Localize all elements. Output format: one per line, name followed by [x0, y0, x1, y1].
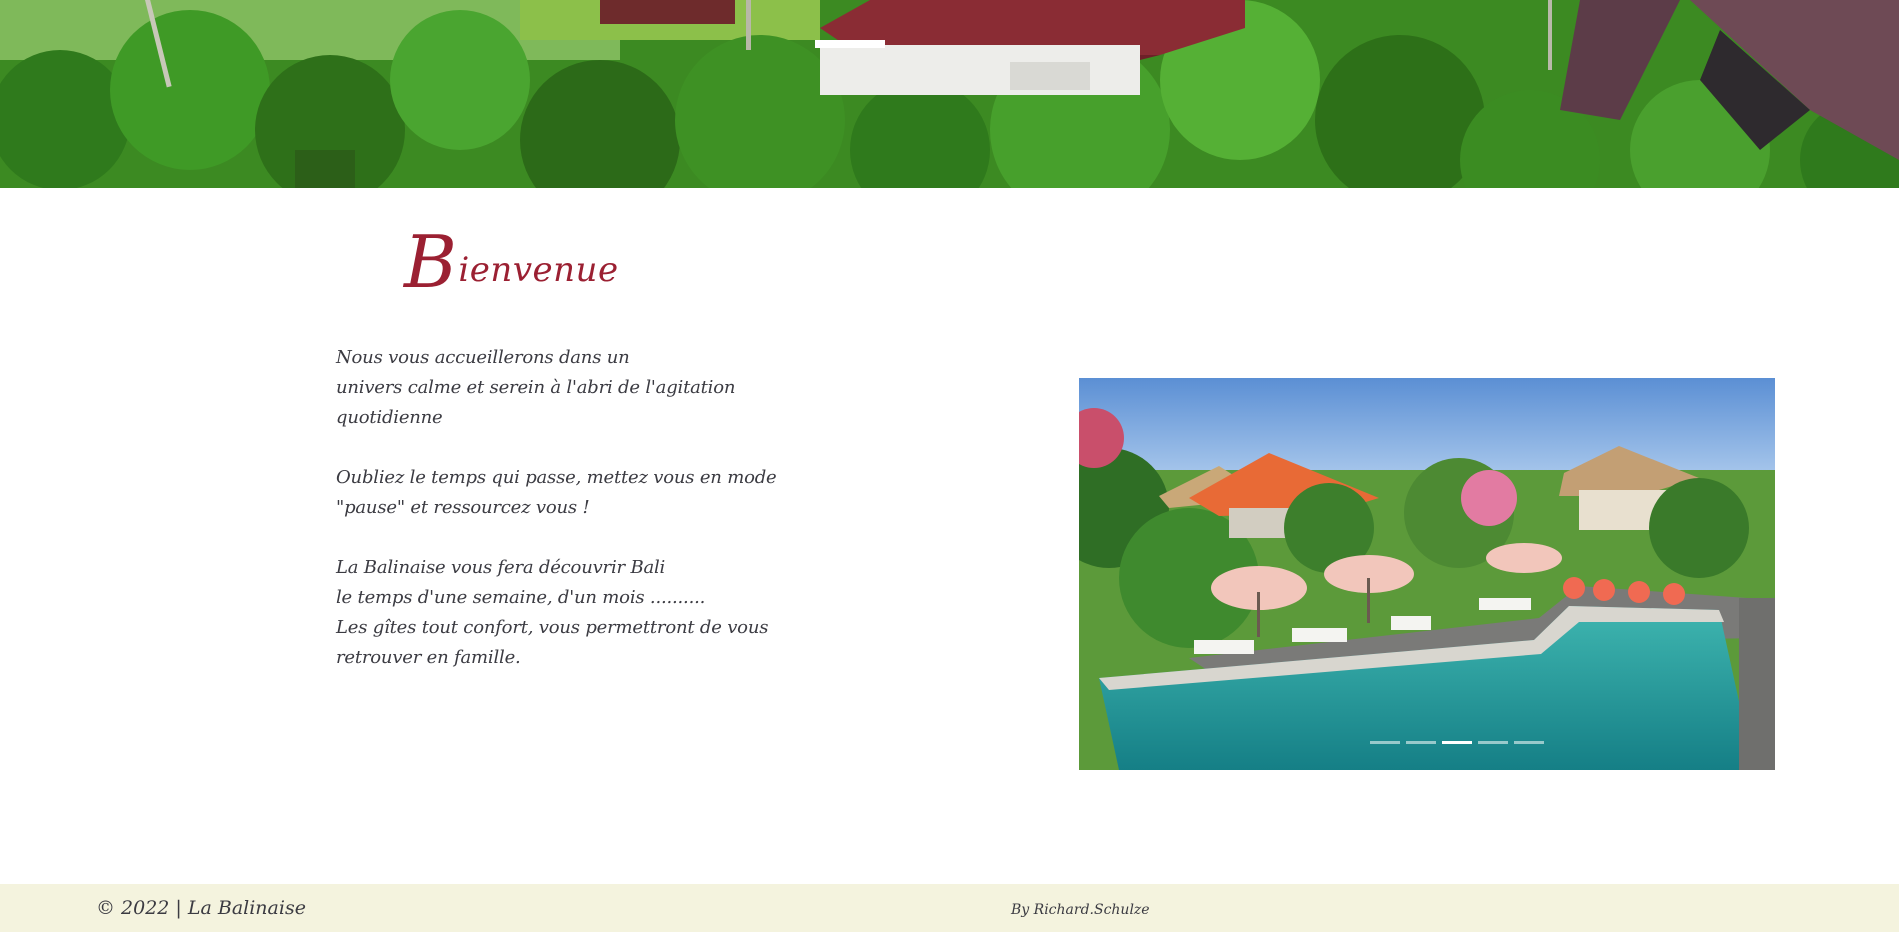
slide-dot-4[interactable] [1478, 741, 1508, 744]
intro-line: retrouver en famille. [336, 647, 521, 668]
intro-line: Nous vous accueillerons dans un [336, 347, 630, 368]
slide-dot-1[interactable] [1370, 741, 1400, 744]
page-title: Bienvenue [404, 226, 619, 298]
slider-pagination [1109, 741, 1775, 744]
intro-line: univers calme et serein à l'abri de l'ag… [336, 377, 736, 398]
intro-line: le temps d'une semaine, d'un mois ......… [336, 587, 706, 608]
intro-paragraph-1: Nous vous accueillerons dans un univers … [336, 343, 736, 433]
intro-line: La Balinaise vous fera découvrir Bali [336, 557, 666, 578]
footer: © 2022 | La Balinaise By Richard.Schulze [0, 884, 1899, 932]
title-initial: B [404, 220, 458, 304]
hero-banner [0, 0, 1899, 188]
intro-line: quotidienne [336, 407, 443, 428]
slide-image [1079, 378, 1775, 770]
intro-text: Nous vous accueillerons dans un univers … [336, 343, 777, 673]
credit-text: By Richard.Schulze [1011, 902, 1150, 918]
intro-line: Oubliez le temps qui passe, mettez vous … [336, 467, 777, 488]
slide-dot-2[interactable] [1406, 741, 1436, 744]
copyright-text: © 2022 | La Balinaise [96, 897, 306, 919]
hero-image [0, 0, 1899, 188]
intro-paragraph-2: Oubliez le temps qui passe, mettez vous … [336, 463, 777, 523]
slide-dot-5[interactable] [1514, 741, 1544, 744]
intro-line: Les gîtes tout confort, vous permettront… [336, 617, 769, 638]
intro-line: "pause" et ressourcez vous ! [336, 497, 590, 518]
slide-dot-3[interactable] [1442, 741, 1472, 744]
intro-paragraph-3: La Balinaise vous fera découvrir Bali le… [336, 553, 769, 673]
image-slider[interactable] [1079, 378, 1775, 770]
title-rest: ienvenue [458, 250, 619, 290]
